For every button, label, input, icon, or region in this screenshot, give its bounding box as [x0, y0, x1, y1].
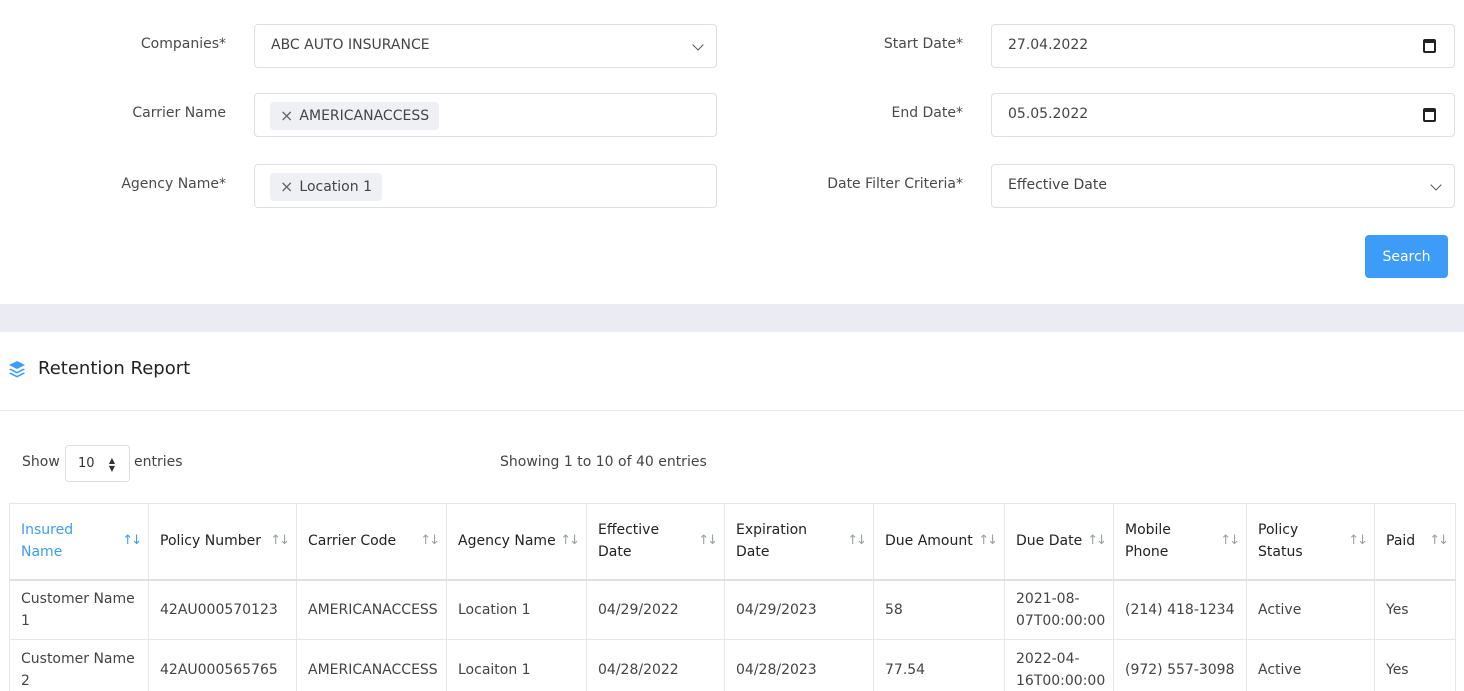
section-divider [0, 304, 1464, 332]
close-icon[interactable]: × [280, 179, 293, 195]
agency-tag-label: Location 1 [299, 179, 372, 195]
companies-label: Companies* [140, 36, 226, 52]
companies-select[interactable]: ABC AUTO INSURANCE [254, 24, 717, 68]
entries-label: entries [134, 454, 183, 470]
sort-arrows-icon[interactable]: ↑↓ [420, 533, 440, 548]
column-header-label: Agency Name [458, 533, 556, 550]
table-row[interactable]: Customer Name 1 42AU000570123 AMERICANACCE… [9, 579, 1456, 640]
column-header[interactable]: Policy Status ↑↓ [1246, 503, 1375, 581]
table-cell: 77.54 [873, 639, 1005, 691]
sort-arrows-icon[interactable]: ↑↓ [1429, 533, 1449, 548]
table-cell: 42AU000570123 [148, 579, 297, 640]
column-header[interactable]: Carrier Code ↑↓ [296, 503, 447, 581]
sort-updown-icon: ▲ ▼ [108, 456, 115, 473]
report-title: Retention Report [38, 358, 191, 379]
sort-arrows-icon[interactable]: ↑↓ [1087, 533, 1107, 548]
table-cell: 04/28/2022 [586, 639, 725, 691]
sort-arrows-icon[interactable]: ↑↓ [1220, 533, 1240, 548]
sort-arrows-icon[interactable]: ↑↓ [1348, 533, 1368, 548]
table-cell: 04/28/2023 [724, 639, 874, 691]
table-cell: (972) 557-3098 [1113, 639, 1247, 691]
sort-arrows-icon[interactable]: ↑↓ [978, 533, 998, 548]
carrier-tag-label: AMERICANACCESS [299, 108, 430, 124]
agency-name-label: Agency Name* [121, 176, 226, 192]
chevron-down-icon [1430, 179, 1442, 191]
column-header-label: Insured Name [21, 522, 74, 561]
filter-form: Companies* ABC AUTO INSURANCE Carrier Na… [0, 0, 1464, 304]
carrier-name-multiselect[interactable]: × AMERICANACCESS [254, 93, 717, 137]
page-size-value: 10 [78, 456, 95, 471]
column-header-label: Expiration Date [736, 522, 808, 561]
column-header[interactable]: Agency Name ↑↓ [446, 503, 587, 581]
table-cell: Active [1246, 639, 1375, 691]
show-label: Show [22, 454, 60, 470]
column-header[interactable]: Paid ↑↓ [1374, 503, 1456, 581]
date-filter-criteria-value: Effective Date [1008, 177, 1107, 193]
carrier-name-label: Carrier Name [132, 105, 226, 121]
column-header-label: Carrier Code [308, 533, 397, 550]
close-icon[interactable]: × [280, 108, 293, 124]
page-size-select[interactable]: 10 ▲ ▼ [65, 445, 130, 482]
end-date-value: 05.05.2022 [1008, 106, 1089, 122]
report-header: Retention Report [0, 332, 1464, 411]
calendar-icon[interactable] [1423, 108, 1436, 122]
sort-arrows-icon[interactable]: ↑↓ [270, 533, 290, 548]
sort-arrows-icon[interactable]: ↑↓ [560, 533, 580, 548]
table-cell: Location 1 [446, 579, 587, 640]
start-date-label: Start Date* [883, 36, 963, 52]
end-date-input[interactable]: 05.05.2022 [991, 93, 1455, 137]
companies-value: ABC AUTO INSURANCE [271, 37, 430, 53]
table-row[interactable]: Customer Name 2 42AU000565765 AMERICANACCE… [9, 639, 1456, 691]
column-header-label: Effective Date [598, 522, 660, 561]
start-date-value: 27.04.2022 [1008, 37, 1089, 53]
column-header[interactable]: Policy Number ↑↓ [148, 503, 297, 581]
retention-table: Insured Name ↑↓ Policy Number ↑↓ Carrier Cod… [9, 503, 1456, 691]
column-header[interactable]: Mobile Phone ↑↓ [1113, 503, 1247, 581]
carrier-tag: × AMERICANACCESS [270, 102, 440, 130]
table-cell: Yes [1374, 639, 1456, 691]
column-header[interactable]: Insured Name ↑↓ [9, 503, 149, 581]
table-cell: Customer Name 1 [9, 579, 149, 640]
chevron-down-icon [692, 39, 704, 51]
table-cell: 2022-04-16T00:00:00 [1004, 639, 1114, 691]
table-cell: 58 [873, 579, 1005, 640]
table-cell: AMERICANACCESS [296, 579, 447, 640]
showing-info: Showing 1 to 10 of 40 entries [500, 454, 707, 470]
table-body: Customer Name 1 42AU000570123 AMERICANACCE… [9, 579, 1456, 691]
table-cell: 04/29/2023 [724, 579, 874, 640]
table-cell: AMERICANACCESS [296, 639, 447, 691]
table-cell: 04/29/2022 [586, 579, 725, 640]
start-date-input[interactable]: 27.04.2022 [991, 24, 1455, 68]
table-cell: 42AU000565765 [148, 639, 297, 691]
table-cell: Yes [1374, 579, 1456, 640]
table-header-row: Insured Name ↑↓ Policy Number ↑↓ Carrier Cod… [9, 503, 1456, 581]
table-cell: Active [1246, 579, 1375, 640]
column-header[interactable]: Due Amount ↑↓ [873, 503, 1005, 581]
table-cell: Customer Name 2 [9, 639, 149, 691]
column-header[interactable]: Expiration Date ↑↓ [724, 503, 874, 581]
table-cell: (214) 418-1234 [1113, 579, 1247, 640]
column-header-label: Policy Number [160, 533, 261, 550]
date-filter-criteria-label: Date Filter Criteria* [827, 176, 963, 192]
sort-arrows-icon[interactable]: ↑↓ [847, 533, 867, 548]
layers-icon [9, 361, 25, 378]
table-cell: Locaiton 1 [446, 639, 587, 691]
sort-arrows-icon[interactable]: ↑↓ [122, 533, 142, 548]
calendar-icon[interactable] [1423, 39, 1436, 53]
column-header[interactable]: Effective Date ↑↓ [586, 503, 725, 581]
table-cell: 2021-08-07T00:00:00 [1004, 579, 1114, 640]
agency-tag: × Location 1 [270, 173, 382, 201]
search-button[interactable]: Search [1365, 235, 1448, 278]
date-filter-criteria-select[interactable]: Effective Date [991, 164, 1455, 208]
agency-name-multiselect[interactable]: × Location 1 [254, 164, 717, 208]
end-date-label: End Date* [891, 105, 963, 121]
sort-arrows-icon[interactable]: ↑↓ [698, 533, 718, 548]
column-header[interactable]: Due Date ↑↓ [1004, 503, 1114, 581]
